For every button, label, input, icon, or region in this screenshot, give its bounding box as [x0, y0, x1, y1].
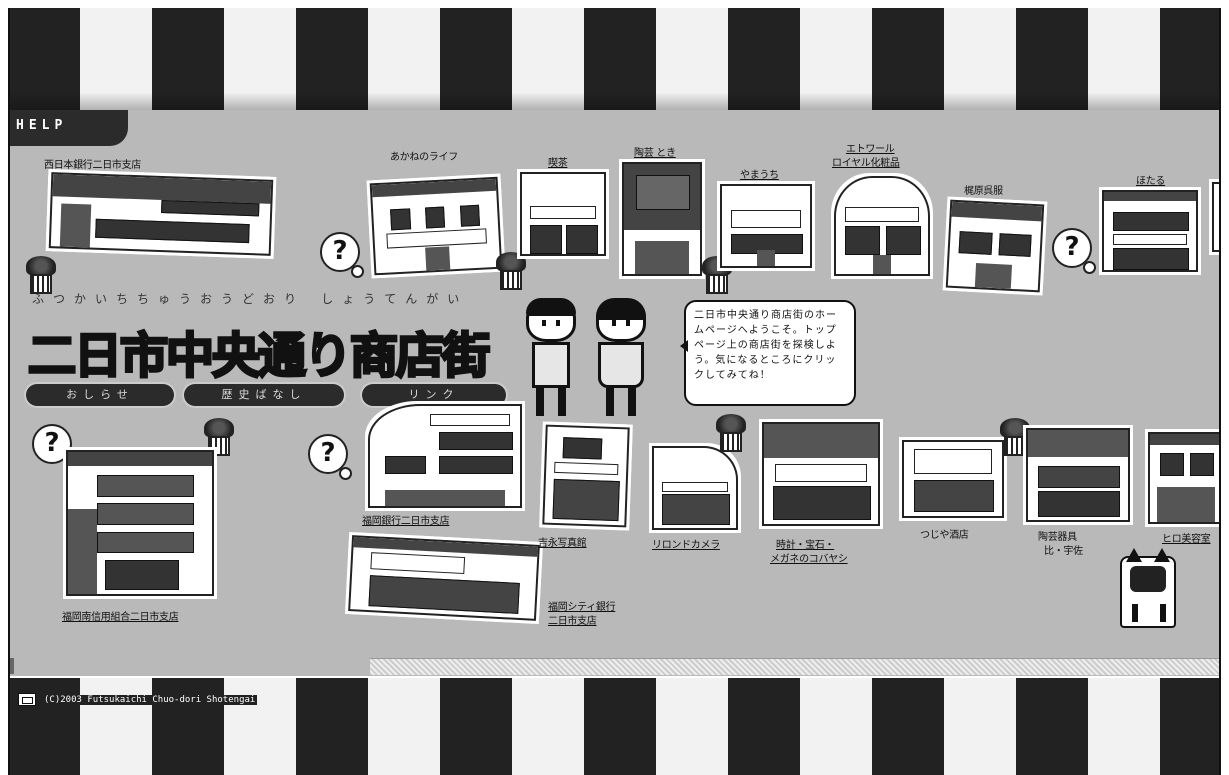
kajiwara-building[interactable]: [945, 199, 1045, 293]
shop-label-tsujiya-sake: つじや酒店: [920, 530, 969, 541]
kobayashi-building[interactable]: [762, 422, 880, 526]
shop-label-kobayashi-glasses: メガネのコバヤシ: [770, 554, 848, 565]
shop-label-kajiwara: 梶原呉服: [964, 186, 1003, 197]
scrollbar-left-arrow[interactable]: [8, 658, 14, 674]
tougei-kigu-building[interactable]: [1026, 428, 1130, 522]
etoile-building[interactable]: [834, 176, 930, 276]
top-stripe-banner: [8, 8, 1221, 110]
shop-label-royal-cosmetics: ロイヤル化粧品: [832, 158, 900, 169]
shop-label-yamauchi: やまうち: [740, 170, 779, 181]
rirondo-camera-building[interactable]: [652, 446, 738, 530]
shop-label-akane-life: あかねのライフ: [390, 152, 458, 163]
shop-label-rirondo-camera: リロンドカメラ: [652, 540, 720, 551]
question-mark-icon[interactable]: ?: [308, 434, 352, 480]
hotaru-building[interactable]: [1102, 190, 1198, 272]
help-button[interactable]: HELP: [8, 110, 128, 146]
fukuoka-bank-building[interactable]: [368, 404, 522, 508]
shop-label-futsukaichi-branch: 二日市支店: [548, 616, 597, 627]
nav-links-button[interactable]: リンク: [362, 384, 506, 406]
shop-label-tougei-kigu: 陶芸器具: [1038, 532, 1077, 543]
shopping-street-map: HELP 西日本銀行二日市支店 ? あかねのライフ 喫茶 陶芸 とき やまうち …: [8, 110, 1221, 676]
yoshinaga-photo-building[interactable]: [542, 424, 630, 528]
nishinihon-bank-building[interactable]: [48, 172, 274, 256]
welcome-speech-bubble: 二日市中央通り商店街のホームページへようこそ。トップページ上の商店街を探検しよう…: [680, 300, 856, 406]
dog-mascot-icon[interactable]: [1120, 548, 1176, 628]
question-mark-icon[interactable]: ?: [320, 232, 364, 278]
tsujiya-sake-building[interactable]: [902, 440, 1004, 518]
page-title: 二日市中央通り商店街: [26, 327, 491, 386]
fukuoka-city-bank-building[interactable]: [348, 535, 540, 621]
fukuoka-minami-credit-building[interactable]: [66, 450, 214, 596]
potted-plant-icon: [24, 256, 58, 294]
title-ruby: ふつかいちちゅうおうどおり しょうてんがい: [32, 292, 469, 306]
nav-announcements-button[interactable]: おしらせ: [26, 384, 174, 406]
shop-label-watches-jewels: 時計・宝石・: [776, 540, 835, 551]
yamauchi-building[interactable]: [720, 184, 812, 268]
boy-character: [522, 298, 580, 418]
horizontal-scrollbar[interactable]: [370, 658, 1221, 675]
kissa-building[interactable]: [520, 172, 606, 256]
question-mark-icon[interactable]: ?: [1052, 228, 1096, 274]
shop-label-toki: 陶芸 とき: [634, 148, 676, 159]
hiro-beauty-building[interactable]: [1148, 432, 1221, 524]
shop-label-hotaru: ほたる: [1136, 176, 1166, 187]
edge-building[interactable]: [1212, 182, 1221, 252]
potted-plant-icon: [714, 414, 748, 452]
mail-icon[interactable]: [18, 693, 36, 706]
toki-building[interactable]: [622, 162, 702, 276]
potted-plant-icon: [494, 252, 528, 290]
nav-history-button[interactable]: 歴史ばなし: [184, 384, 344, 406]
shop-label-fukuoka-bank: 福岡銀行二日市支店: [362, 516, 450, 527]
shop-label-fukuoka-minami-credit: 福岡南信用組合二日市支店: [62, 612, 179, 623]
footer: (C)2003 Futsukaichi Chuo-dori Shotengai: [8, 678, 308, 708]
shop-label-hi-usa: 比・宇佐: [1044, 546, 1083, 557]
girl-character: [592, 298, 650, 418]
shop-label-kissa: 喫茶: [548, 158, 568, 169]
akane-life-building[interactable]: [369, 176, 503, 276]
shop-label-hiro-beauty: ヒロ美容室: [1162, 534, 1211, 545]
shop-label-nishinihon-bank: 西日本銀行二日市支店: [44, 160, 141, 171]
shop-label-yoshinaga-photo: 吉永写真館: [538, 538, 587, 549]
copyright-text: (C)2003 Futsukaichi Chuo-dori Shotengai: [42, 695, 258, 705]
shop-label-fukuoka-city-bank: 福岡シティ銀行: [548, 602, 616, 613]
shop-label-etoile: エトワール: [846, 144, 895, 155]
